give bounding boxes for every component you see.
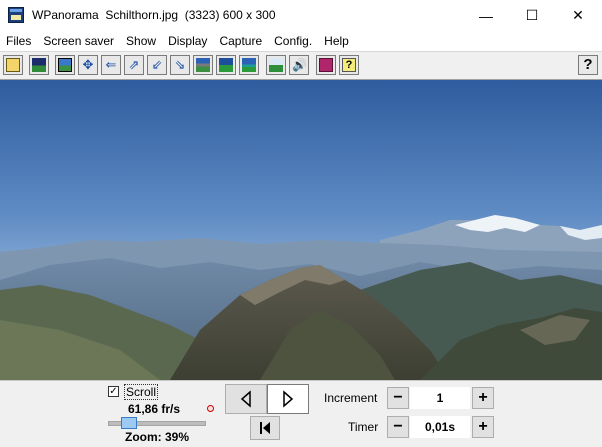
image-panel-icon [196, 58, 210, 72]
maximize-button[interactable]: ☐ [509, 0, 555, 31]
picture-button[interactable] [29, 55, 49, 75]
scroll-left-icon: ⇐ [105, 57, 117, 72]
menu-display[interactable]: Display [162, 31, 213, 51]
minimize-button[interactable]: — [463, 0, 509, 31]
scroll-up-right-icon: ⇗ [128, 57, 140, 72]
increment-plus-button[interactable]: + [472, 387, 494, 409]
window-title: WPanorama Schilthorn.jpg (3323) 600 x 30… [32, 8, 276, 22]
picture-icon [32, 58, 46, 72]
increment-value[interactable]: 1 [410, 387, 470, 409]
expand-button[interactable]: ✥ [78, 55, 98, 75]
toolbar: ✥ ⇐ ⇗ ⇙ ⇘ 🔊 ? ? [0, 51, 602, 80]
checkmark-icon: ✓ [109, 386, 118, 397]
skip-back-icon [260, 422, 270, 434]
scroll-left-button[interactable]: ⇐ [101, 55, 121, 75]
maximize-icon: ☐ [525, 7, 539, 23]
menu-files[interactable]: Files [0, 31, 37, 51]
minus-icon: − [393, 418, 403, 435]
app-icon[interactable] [8, 7, 24, 23]
landscape-button[interactable] [216, 55, 236, 75]
image-panel-button[interactable] [193, 55, 213, 75]
scroll-label[interactable]: Scroll [124, 384, 159, 400]
menu-capture[interactable]: Capture [213, 31, 268, 51]
open-file-button[interactable] [3, 55, 23, 75]
panorama-view[interactable] [0, 80, 602, 380]
shrink-button[interactable]: ⇙ [147, 55, 167, 75]
mountain-icon [269, 58, 283, 72]
scroll-right-nav-button[interactable] [267, 384, 309, 414]
scroll-down-right-button[interactable]: ⇘ [170, 55, 190, 75]
timer-plus-button[interactable]: + [472, 416, 494, 438]
minimize-icon: — [479, 7, 493, 24]
timer-minus-button[interactable]: − [387, 416, 409, 438]
timer-value[interactable]: 0,01s [410, 416, 470, 438]
triangle-left-icon [240, 390, 251, 408]
close-button[interactable]: ✕ [555, 0, 601, 31]
horizon-button[interactable] [239, 55, 259, 75]
scroll-up-right-button[interactable]: ⇗ [124, 55, 144, 75]
plus-icon: + [478, 389, 488, 406]
menu-help[interactable]: Help [318, 31, 355, 51]
menu-show[interactable]: Show [120, 31, 162, 51]
help-icon: ? [583, 56, 593, 73]
increment-label: Increment [324, 391, 378, 405]
title-bar: WPanorama Schilthorn.jpg (3323) 600 x 30… [0, 0, 602, 31]
scroll-checkbox[interactable]: ✓ [108, 386, 119, 397]
sound-icon: 🔊 [292, 58, 307, 72]
menu-config[interactable]: Config. [268, 31, 318, 51]
book-icon [319, 58, 333, 72]
menu-bar: Files Screen saver Show Display Capture … [0, 31, 602, 51]
book-button[interactable] [316, 55, 336, 75]
plus-icon: + [478, 418, 488, 435]
scroll-down-right-icon: ⇘ [174, 57, 186, 72]
open-file-icon [6, 58, 20, 72]
increment-minus-button[interactable]: − [387, 387, 409, 409]
fit-image-button[interactable] [55, 55, 75, 75]
image-info: (3323) 600 x 300 [184, 8, 276, 22]
zoom-label: Zoom: 39% [125, 430, 190, 444]
minus-icon: − [393, 389, 403, 406]
stop-button[interactable] [250, 416, 280, 440]
record-indicator-icon [207, 405, 214, 412]
app-name: WPanorama [32, 8, 99, 22]
zoom-slider-thumb[interactable] [120, 417, 137, 429]
about-button[interactable]: ? [339, 55, 359, 75]
fit-image-icon [58, 58, 72, 72]
sound-button[interactable]: 🔊 [289, 55, 309, 75]
expand-icon: ✥ [82, 57, 94, 72]
shrink-icon: ⇙ [151, 57, 163, 72]
landscape-icon [219, 58, 233, 72]
scroll-left-nav-button[interactable] [225, 384, 267, 414]
close-icon: ✕ [572, 7, 584, 23]
file-name: Schilthorn.jpg [105, 8, 179, 22]
mountain-button[interactable] [266, 55, 286, 75]
help-button[interactable]: ? [578, 55, 598, 75]
panorama-image [0, 80, 602, 380]
about-icon: ? [342, 58, 356, 72]
frame-rate: 61,86 fr/s [128, 402, 181, 416]
triangle-right-icon [283, 390, 294, 408]
timer-label: Timer [348, 420, 379, 434]
horizon-icon [242, 58, 256, 72]
menu-screen-saver[interactable]: Screen saver [37, 31, 120, 51]
